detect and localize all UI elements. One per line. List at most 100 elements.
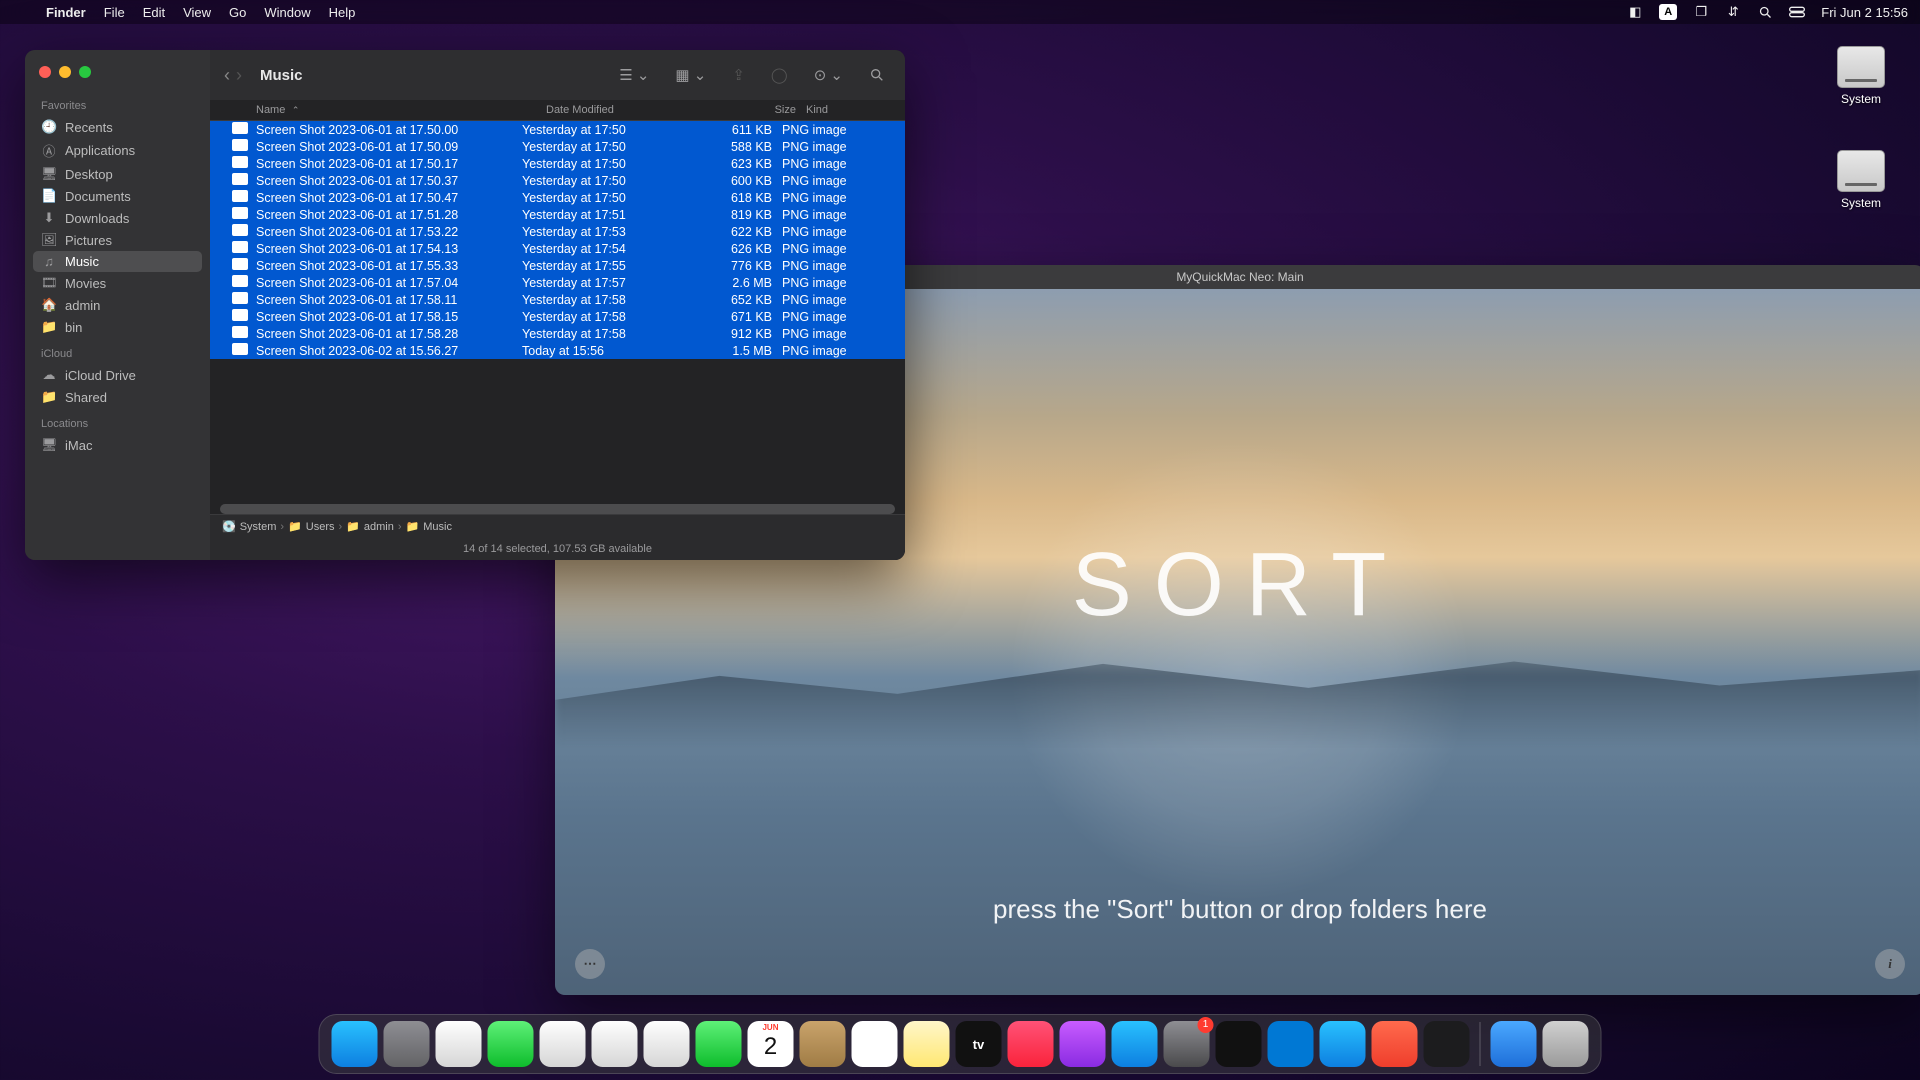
- dock-downloads[interactable]: [1491, 1021, 1537, 1067]
- sidebar-item-bin[interactable]: 📁bin: [33, 316, 202, 338]
- path-label: Users: [306, 521, 335, 533]
- group-button[interactable]: ▦ ⌄: [669, 64, 712, 86]
- file-name: Screen Shot 2023-06-01 at 17.50.47: [256, 191, 522, 205]
- col-kind[interactable]: Kind: [806, 104, 895, 116]
- file-row[interactable]: Screen Shot 2023-06-01 at 17.53.22Yester…: [210, 223, 905, 240]
- path-crumb-system[interactable]: 💽System: [222, 520, 276, 533]
- dock-notes[interactable]: [904, 1021, 950, 1067]
- menu-window[interactable]: Window: [264, 5, 310, 20]
- dock-finder[interactable]: [332, 1021, 378, 1067]
- file-row[interactable]: Screen Shot 2023-06-01 at 17.58.11Yester…: [210, 291, 905, 308]
- dock-app-dark[interactable]: [1424, 1021, 1470, 1067]
- nav-forward-button[interactable]: ›: [236, 65, 242, 86]
- status-icon-1[interactable]: ◧: [1627, 4, 1643, 20]
- dock-settings[interactable]: 1: [1164, 1021, 1210, 1067]
- dock-maps[interactable]: [592, 1021, 638, 1067]
- sidebar-item-icloud-drive[interactable]: ☁iCloud Drive: [33, 364, 202, 386]
- action-button[interactable]: ⊙ ⌄: [808, 64, 849, 86]
- path-crumb-admin[interactable]: 📁admin: [346, 520, 394, 533]
- info-button[interactable]: i: [1875, 949, 1905, 979]
- sidebar-item-downloads[interactable]: ⬇Downloads: [33, 207, 202, 229]
- dock-photos[interactable]: [644, 1021, 690, 1067]
- path-crumb-users[interactable]: 📁Users: [288, 520, 334, 533]
- menu-file[interactable]: File: [104, 5, 125, 20]
- close-button[interactable]: [39, 66, 51, 78]
- menubar-clock[interactable]: Fri Jun 2 15:56: [1821, 5, 1908, 20]
- minimize-button[interactable]: [59, 66, 71, 78]
- sidebar-item-documents[interactable]: 📄Documents: [33, 185, 202, 207]
- dock-appstore[interactable]: [1112, 1021, 1158, 1067]
- menu-go[interactable]: Go: [229, 5, 246, 20]
- desktop-drive-2[interactable]: System: [1826, 150, 1896, 210]
- stage-manager-icon[interactable]: ❐: [1693, 4, 1709, 20]
- menu-edit[interactable]: Edit: [143, 5, 165, 20]
- sidebar-item-music[interactable]: ♫Music: [33, 251, 202, 272]
- sidebar-item-pictures[interactable]: 🖼Pictures: [33, 229, 202, 251]
- keyboard-input-icon[interactable]: A: [1659, 4, 1677, 20]
- view-mode-button[interactable]: ☰ ⌄: [613, 64, 655, 86]
- dock-safari[interactable]: [436, 1021, 482, 1067]
- sidebar-item-movies[interactable]: 🎞Movies: [33, 272, 202, 294]
- menubar-app-name[interactable]: Finder: [46, 5, 86, 20]
- col-date[interactable]: Date Modified: [546, 104, 716, 116]
- share-button[interactable]: ⇪: [726, 64, 751, 86]
- dock-launchpad[interactable]: [384, 1021, 430, 1067]
- file-row[interactable]: Screen Shot 2023-06-01 at 17.50.09Yester…: [210, 138, 905, 155]
- nav-back-button[interactable]: ‹: [224, 65, 230, 86]
- file-kind: PNG image: [782, 259, 895, 273]
- apple-menu-icon[interactable]: [12, 4, 28, 20]
- file-row[interactable]: Screen Shot 2023-06-01 at 17.58.28Yester…: [210, 325, 905, 342]
- col-size[interactable]: Size: [716, 104, 806, 116]
- dock-mail[interactable]: [540, 1021, 586, 1067]
- more-button[interactable]: ⋯: [575, 949, 605, 979]
- desktop-drive-1[interactable]: System: [1826, 46, 1896, 106]
- sidebar-item-admin[interactable]: 🏠admin: [33, 294, 202, 316]
- sidebar-item-label: Applications: [65, 143, 135, 158]
- horizontal-scrollbar[interactable]: [220, 504, 895, 514]
- dock-anydesk[interactable]: [1372, 1021, 1418, 1067]
- path-crumb-music[interactable]: 📁Music: [406, 520, 452, 533]
- tag-button[interactable]: ◯: [765, 64, 794, 86]
- sidebar-item-applications[interactable]: ⒶApplications: [33, 138, 202, 163]
- sidebar-item-shared[interactable]: 📁Shared: [33, 386, 202, 408]
- col-name[interactable]: Name ⌃: [256, 104, 546, 116]
- file-row[interactable]: Screen Shot 2023-06-01 at 17.54.13Yester…: [210, 240, 905, 257]
- dock-messages[interactable]: [488, 1021, 534, 1067]
- file-row[interactable]: Screen Shot 2023-06-02 at 15.56.27Today …: [210, 342, 905, 359]
- file-name: Screen Shot 2023-06-01 at 17.58.15: [256, 310, 522, 324]
- file-row[interactable]: Screen Shot 2023-06-01 at 17.55.33Yester…: [210, 257, 905, 274]
- dock-contacts[interactable]: [800, 1021, 846, 1067]
- file-row[interactable]: Screen Shot 2023-06-01 at 17.50.37Yester…: [210, 172, 905, 189]
- file-row[interactable]: Screen Shot 2023-06-01 at 17.57.04Yester…: [210, 274, 905, 291]
- dock-appletv[interactable]: tv: [956, 1021, 1002, 1067]
- file-row[interactable]: Screen Shot 2023-06-01 at 17.50.17Yester…: [210, 155, 905, 172]
- sidebar-item-desktop[interactable]: 🖥Desktop: [33, 163, 202, 185]
- dock-podcasts[interactable]: [1060, 1021, 1106, 1067]
- dock-music[interactable]: [1008, 1021, 1054, 1067]
- sidebar-item-recents[interactable]: 🕘Recents: [33, 116, 202, 138]
- file-row[interactable]: Screen Shot 2023-06-01 at 17.50.00Yester…: [210, 121, 905, 138]
- dock-trash[interactable]: [1543, 1021, 1589, 1067]
- dock-terminal[interactable]: [1216, 1021, 1262, 1067]
- menu-help[interactable]: Help: [329, 5, 356, 20]
- sidebar-section-icloud: iCloud: [41, 348, 202, 360]
- file-row[interactable]: Screen Shot 2023-06-01 at 17.51.28Yester…: [210, 206, 905, 223]
- dock-facetime[interactable]: [696, 1021, 742, 1067]
- path-separator-icon: ›: [280, 521, 284, 533]
- spotlight-icon[interactable]: [1757, 4, 1773, 20]
- maximize-button[interactable]: [79, 66, 91, 78]
- dock-vscode[interactable]: [1268, 1021, 1314, 1067]
- file-thumb-icon: [232, 326, 256, 341]
- dock-calendar[interactable]: JUN2: [748, 1021, 794, 1067]
- status-icon-2[interactable]: ⇵: [1725, 4, 1741, 20]
- dock-telegram[interactable]: [1320, 1021, 1366, 1067]
- menu-view[interactable]: View: [183, 5, 211, 20]
- dock-reminders[interactable]: [852, 1021, 898, 1067]
- search-button[interactable]: [863, 65, 891, 85]
- sidebar-item-imac[interactable]: 🖥iMac: [33, 434, 202, 456]
- control-center-icon[interactable]: [1789, 4, 1805, 20]
- file-row[interactable]: Screen Shot 2023-06-01 at 17.50.47Yester…: [210, 189, 905, 206]
- file-list[interactable]: Screen Shot 2023-06-01 at 17.50.00Yester…: [210, 121, 905, 501]
- sidebar-item-label: iMac: [65, 438, 92, 453]
- file-row[interactable]: Screen Shot 2023-06-01 at 17.58.15Yester…: [210, 308, 905, 325]
